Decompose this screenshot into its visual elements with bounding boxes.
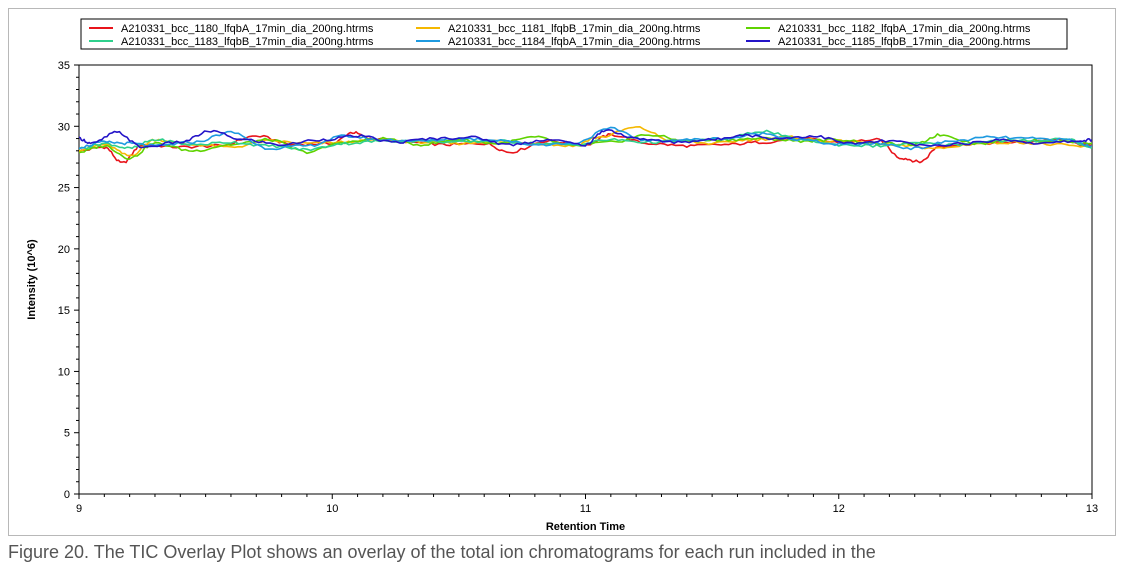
y-tick-label: 30 (58, 121, 70, 133)
y-tick-label: 0 (64, 489, 70, 501)
y-tick-label: 20 (58, 244, 70, 256)
plot-area (78, 64, 1093, 495)
legend-entry: A210331_bcc_1182_lfqbA_17min_dia_200ng.h… (778, 23, 1031, 35)
x-tick-label: 10 (326, 503, 338, 515)
chart-panel: 0 5 10 15 20 25 30 35 9 10 11 12 13 Retention Time Int… (8, 8, 1116, 536)
figure-caption: Figure 20. The TIC Overlay Plot shows an… (8, 542, 876, 562)
legend-entry: A210331_bcc_1185_lfqbB_17min_dia_200ng.h… (778, 36, 1031, 48)
y-tick-label: 10 (58, 366, 70, 378)
y-tick-label: 15 (58, 305, 70, 317)
y-axis-title: Intensity (10^6) (26, 239, 38, 320)
y-tick-label: 35 (58, 60, 70, 72)
legend-entry: A210331_bcc_1180_lfqbA_17min_dia_200ng.h… (121, 23, 374, 35)
legend-entry: A210331_bcc_1183_lfqbB_17min_dia_200ng.h… (121, 36, 374, 48)
x-tick-label: 9 (76, 503, 82, 515)
legend-entry: A210331_bcc_1181_lfqbB_17min_dia_200ng.h… (448, 23, 701, 35)
x-tick-label: 11 (580, 503, 591, 515)
y-tick-label: 5 (64, 428, 70, 440)
x-axis-title: Retention Time (546, 521, 625, 533)
y-tick-label: 25 (58, 183, 70, 195)
legend-entry: A210331_bcc_1184_lfqbA_17min_dia_200ng.h… (448, 36, 701, 48)
x-tick-label: 13 (1086, 503, 1098, 515)
tic-overlay-chart: 0 5 10 15 20 25 30 35 9 10 11 12 13 Retention Time Int… (26, 18, 1098, 533)
x-tick-label: 12 (833, 503, 845, 515)
